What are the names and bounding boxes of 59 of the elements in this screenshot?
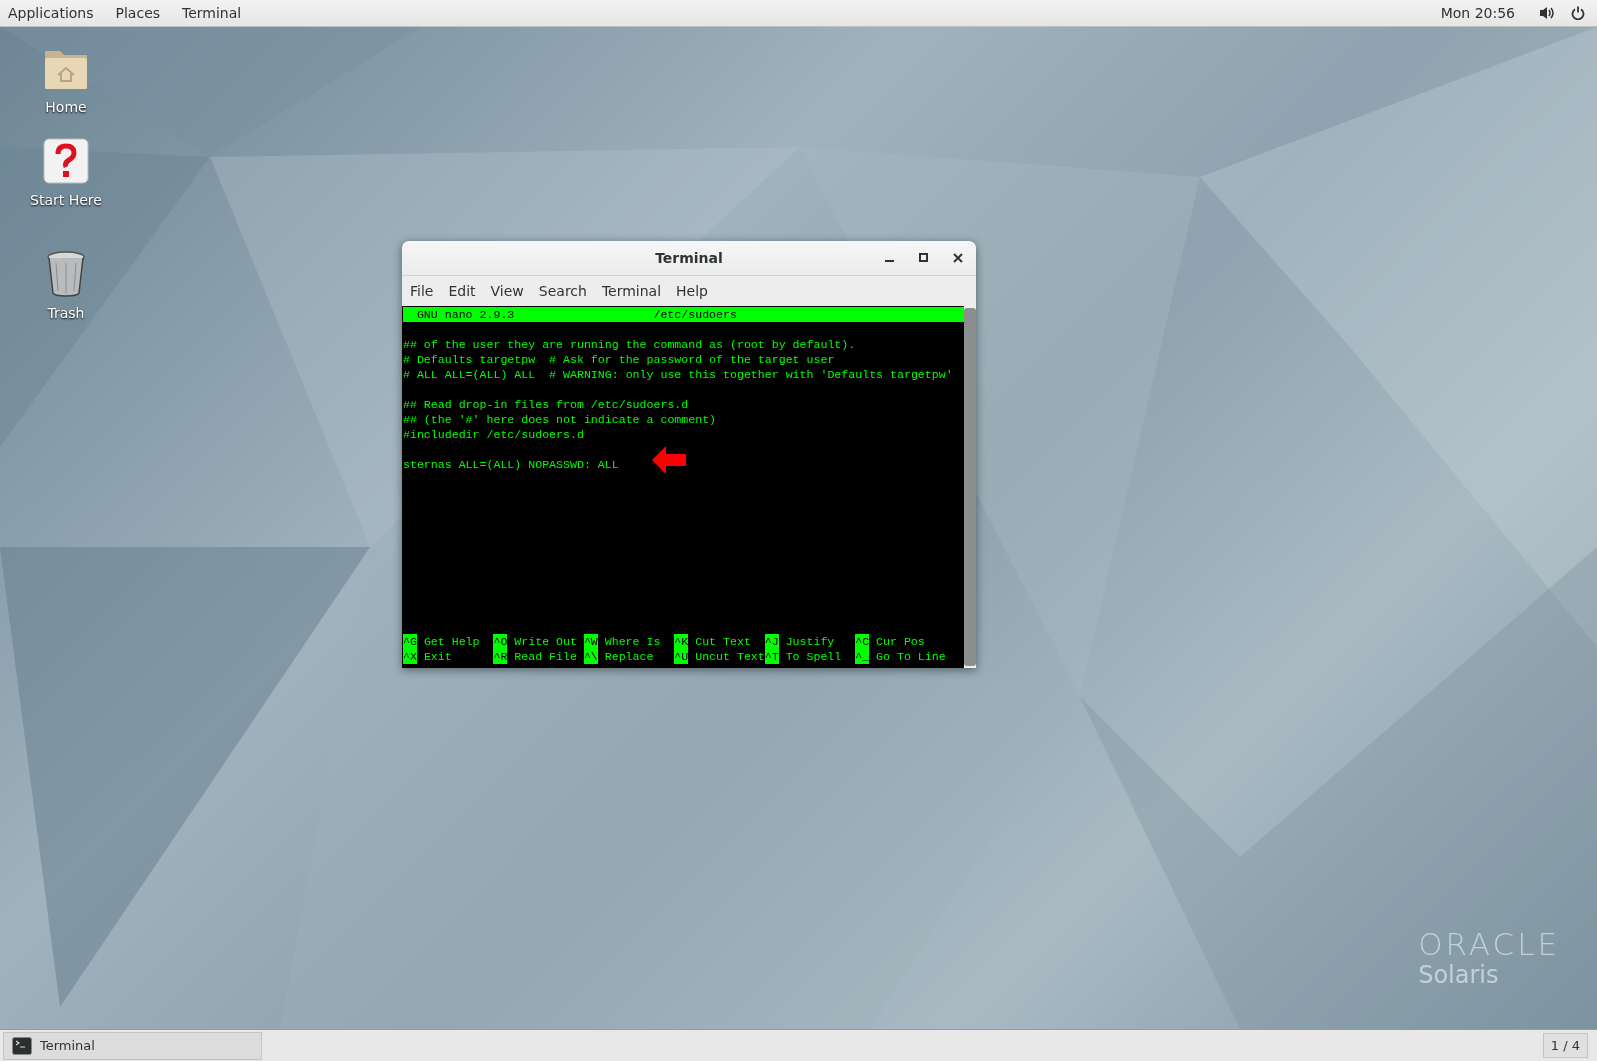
shortcut-key: ^K [674, 634, 689, 649]
product-name: Solaris [1418, 959, 1500, 991]
shortcut-key: ^_ [855, 649, 870, 664]
taskbar-button[interactable]: Terminal [3, 1031, 262, 1060]
brand-logo-text: ORACLE [1418, 928, 1560, 960]
clock[interactable]: Mon 20:56 [1440, 2, 1515, 24]
code-line: ## of the user they are running the command as (root by default). [403, 337, 856, 352]
shortcut-label: Write Out [514, 634, 577, 649]
shortcut-label: Justify [785, 634, 835, 649]
shortcut-label: Get Help [423, 634, 480, 649]
shortcut-label: Uncut Text [695, 649, 765, 664]
menu-item[interactable]: File [410, 280, 434, 302]
icon-label[interactable]: Start Here [30, 190, 102, 211]
shortcut-label: Cur Pos [876, 634, 925, 649]
shortcut-key: ^O [493, 634, 508, 649]
code-line: # ALL ALL=(ALL) ALL # WARNING: only use this together with 'Defaults targetpw' [403, 367, 953, 382]
shortcut-label: To Spell [785, 649, 842, 664]
code-line: # Defaults targetpw # Ask for the password of the target user [403, 352, 835, 367]
close-icon[interactable] [953, 253, 963, 263]
menu-item[interactable]: Help [676, 280, 708, 302]
trash-icon[interactable] [46, 251, 86, 297]
menu-item[interactable]: Search [538, 280, 587, 302]
code-line: sternas ALL=(ALL) NOPASSWD: ALL [403, 457, 619, 472]
shortcut-key: ^U [674, 649, 689, 664]
file-name: /etc/sudoers [653, 307, 737, 322]
shortcut-label: Where Is [604, 634, 661, 649]
shortcut-key: ^C [855, 634, 870, 649]
shortcut-label: Cut Text [695, 634, 751, 649]
shortcut-key: ^T [764, 649, 779, 664]
shortcut-label: Read File [514, 649, 577, 664]
arrow-annotation [652, 446, 686, 474]
shortcut-key: ^G [403, 634, 417, 649]
icon-label[interactable]: Home [45, 97, 87, 118]
shortcut-label: Go To Line [876, 649, 946, 664]
shortcut-key: ^J [764, 634, 779, 649]
top-menu[interactable]: Places [115, 2, 161, 24]
terminal-icon [12, 1036, 32, 1055]
volume-icon[interactable] [1539, 6, 1555, 20]
shortcut-label: Exit [423, 649, 452, 664]
shortcut-key: ^\ [583, 649, 598, 664]
code-line: ## Read drop-in files from /etc/sudoers.d [403, 397, 689, 412]
top-menu[interactable]: Applications [8, 2, 94, 24]
menu-item[interactable]: Terminal [601, 280, 662, 302]
shortcut-label: Replace [604, 649, 654, 664]
shortcut-key: ^W [583, 634, 598, 649]
menu-item[interactable]: View [490, 280, 524, 302]
menu-item[interactable]: Edit [448, 280, 476, 302]
version-text: GNU nano 2.9.3 [416, 307, 515, 322]
code-line: #includedir /etc/sudoers.d [403, 427, 584, 442]
maximize-icon[interactable] [919, 253, 929, 263]
workspace-indicator[interactable]: 1 / 4 [1542, 1032, 1588, 1059]
code-line: ## (the '#' here does not indicate a comment) [403, 412, 717, 427]
power-icon[interactable] [1571, 6, 1585, 20]
top-menu[interactable]: Terminal [182, 2, 242, 24]
shortcut-key: ^R [493, 649, 508, 664]
task-label: Terminal [40, 1036, 95, 1055]
shortcut-key: ^X [403, 649, 417, 664]
question-mark-icon[interactable] [43, 138, 89, 184]
window-title: Terminal [655, 248, 723, 268]
